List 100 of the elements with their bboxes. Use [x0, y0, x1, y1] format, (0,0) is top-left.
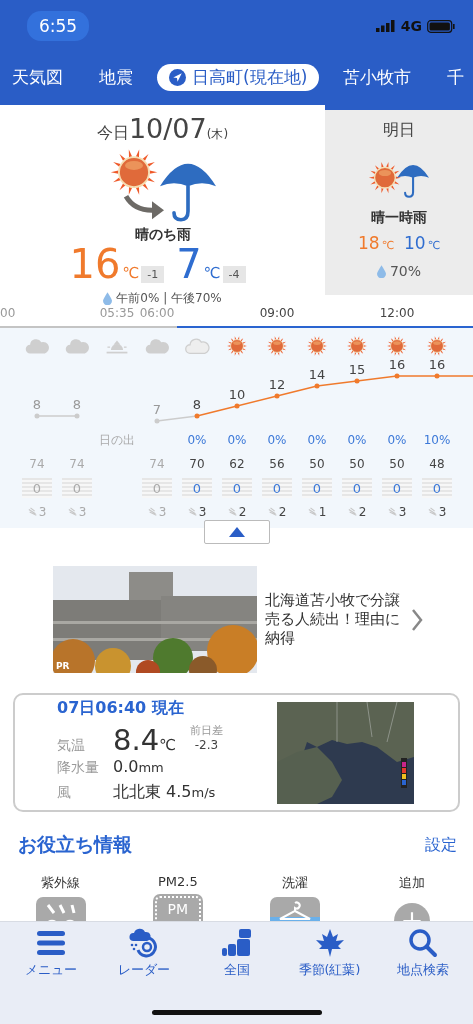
- sunrise-label: 日の出: [99, 431, 135, 449]
- temperature-point: [314, 383, 320, 389]
- temp-diff: -1: [141, 266, 165, 284]
- precipitation-value: 0: [262, 478, 292, 498]
- wind-speed: 3: [78, 505, 87, 519]
- wind-speed: 3: [438, 505, 447, 519]
- raindrop-icon: [376, 264, 386, 278]
- info-item[interactable]: 追加: [353, 874, 471, 921]
- time-label: 05:35: [99, 306, 135, 320]
- weekday: (木): [206, 127, 229, 143]
- humidity-value: 48: [429, 457, 445, 471]
- collapse-button[interactable]: [203, 520, 270, 544]
- cloud-icon: [184, 335, 210, 357]
- wind-icon: [147, 507, 158, 517]
- pm-icon: PM: [152, 894, 203, 921]
- battery-icon: [427, 19, 455, 33]
- time-label: 09:00: [259, 306, 295, 320]
- humidity-value: 50: [349, 457, 365, 471]
- temperature-point: [154, 418, 160, 424]
- humidity-value: 50: [309, 457, 325, 471]
- temp-unit: ℃: [122, 264, 140, 283]
- temperature-value: 8: [32, 397, 42, 412]
- weather-text: 晴一時雨: [371, 209, 427, 228]
- nav-item[interactable]: メニュー: [4, 928, 97, 979]
- weather-text: 晴のち雨: [134, 226, 191, 245]
- wind-speed: 2: [238, 505, 247, 519]
- temperature-value: 7: [152, 402, 162, 417]
- wind-icon: [27, 507, 38, 517]
- humidity-value: 74: [149, 457, 165, 471]
- rain-chance: 0%: [307, 433, 327, 447]
- nav-item[interactable]: 全国: [190, 928, 283, 979]
- humidity-value: 50: [389, 457, 405, 471]
- raindrop-icon: [103, 292, 113, 306]
- rain-chance: 0%: [347, 433, 367, 447]
- info-item[interactable]: 紫外線: [2, 874, 120, 921]
- precipitation-value: 0: [182, 478, 212, 498]
- humidity-value: 56: [269, 457, 285, 471]
- clock: 6:55: [27, 11, 90, 41]
- humidity-value: 74: [29, 457, 45, 471]
- temperature-value: 16: [388, 358, 406, 372]
- radar-cloud-icon: [127, 928, 160, 958]
- precipitation-value: 0: [142, 478, 172, 498]
- diff-label: 前日差: [190, 723, 223, 738]
- high-temp: 16: [69, 244, 121, 285]
- temperature-point: [234, 403, 240, 409]
- observation-unit: mm: [138, 760, 164, 775]
- day-label: 今日: [96, 123, 129, 144]
- search-icon: [406, 928, 439, 958]
- settings-link[interactable]: 設定: [425, 834, 457, 856]
- humidity-value: 62: [229, 457, 245, 471]
- location-tab[interactable]: 地震: [87, 64, 145, 91]
- observation-value: 北北東 4.5: [113, 782, 192, 803]
- nav-item[interactable]: レーダー: [97, 928, 190, 979]
- temp-unit: ℃: [427, 239, 440, 253]
- temperature-point: [394, 373, 400, 379]
- rain-chance: 10%: [423, 433, 451, 447]
- observation-unit: ℃: [159, 736, 176, 754]
- ad-headline[interactable]: 北海道苫小牧で分譲売る人続出！理由に納得: [265, 591, 403, 648]
- temperature-value: 8: [72, 397, 82, 412]
- precipitation-value: 0: [422, 478, 452, 498]
- wind-icon: [307, 507, 318, 517]
- temperature-point: [34, 413, 40, 419]
- temperature-value: 8: [192, 397, 202, 412]
- wind-speed: 3: [38, 505, 47, 519]
- day-label: 明日: [383, 120, 415, 141]
- rain-chance: 0%: [267, 433, 287, 447]
- signal-icon: [375, 20, 396, 32]
- wind-speed: 2: [278, 505, 287, 519]
- wind-speed: 3: [398, 505, 407, 519]
- temperature-point: [74, 413, 80, 419]
- precipitation-value: 0: [22, 478, 52, 498]
- time-label: 12:00: [379, 306, 415, 320]
- humidity-value: 74: [69, 457, 85, 471]
- location-tab[interactable]: 日高町(現在地): [157, 64, 320, 91]
- observation-label: 降水量: [57, 759, 100, 777]
- observation-value: 0.0: [113, 757, 139, 776]
- observation-label: 気温: [57, 737, 86, 755]
- precipitation-value: 0: [222, 478, 252, 498]
- rain-chance: 0%: [387, 433, 407, 447]
- date: 10/07: [128, 113, 207, 144]
- map-blocks-icon: [220, 928, 253, 958]
- rain-chance: 70%: [389, 263, 422, 280]
- temperature-point: [274, 393, 280, 399]
- wind-icon: [267, 507, 278, 517]
- location-tab[interactable]: 苫小牧市: [331, 64, 424, 91]
- temperature-point: [354, 378, 360, 384]
- high-temp: 18: [358, 233, 380, 254]
- wind-icon: [387, 507, 398, 517]
- diff-value: -2.3: [194, 738, 219, 752]
- temperature-line: [36, 415, 78, 417]
- menu-icon: [34, 928, 67, 958]
- precipitation-value: 0: [382, 478, 412, 498]
- location-tab[interactable]: 千: [435, 64, 473, 91]
- nav-item[interactable]: 季節(紅葉): [283, 928, 376, 979]
- wind-speed: 1: [318, 505, 327, 519]
- location-tab[interactable]: 天気図: [0, 64, 75, 91]
- temperature-value: 10: [228, 387, 246, 402]
- temperature-point: [434, 373, 440, 379]
- nav-item[interactable]: 地点検索: [376, 928, 469, 979]
- low-temp: 10: [404, 233, 426, 254]
